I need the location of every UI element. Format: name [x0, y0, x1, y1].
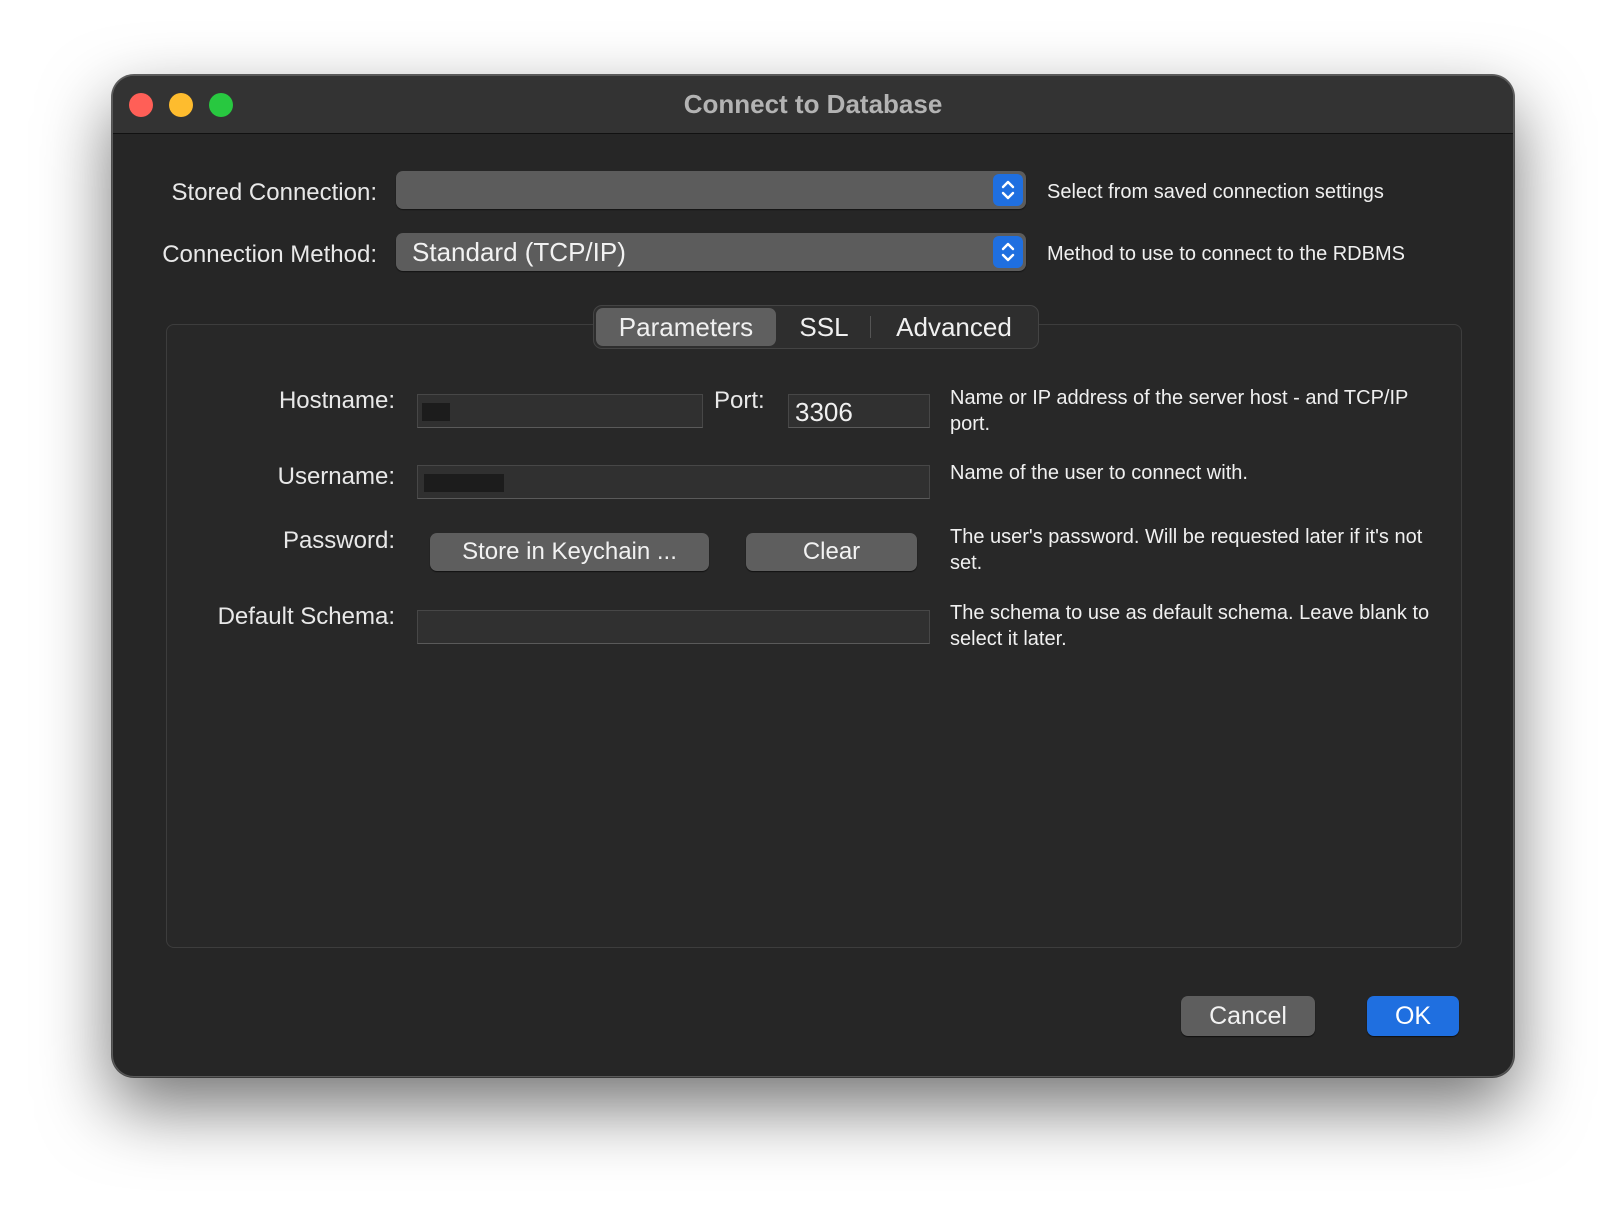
tab-divider [870, 316, 871, 338]
username-input[interactable] [417, 465, 930, 499]
password-label: Password: [282, 527, 395, 554]
connect-dialog: Connect to Database Stored Connection: S… [112, 75, 1514, 1077]
hostname-label: Hostname: [278, 387, 395, 414]
connection-method-select[interactable]: Standard (TCP/IP) [396, 233, 1026, 271]
port-label: Port: [714, 387, 765, 414]
tab-bar: Parameters SSL Advanced [593, 305, 1039, 349]
store-in-keychain-button[interactable]: Store in Keychain ... [430, 533, 709, 571]
ok-button[interactable]: OK [1367, 996, 1459, 1036]
redacted-hostname [422, 403, 450, 421]
chevron-up-down-icon [993, 236, 1023, 268]
window-title: Connect to Database [683, 89, 943, 119]
connection-method-hint: Method to use to connect to the RDBMS [1047, 243, 1405, 265]
connection-method-value: Standard (TCP/IP) [412, 237, 626, 267]
password-hint: The user's password. Will be requested l… [950, 526, 1423, 574]
stored-connection-select[interactable] [396, 171, 1026, 209]
default-schema-input[interactable] [417, 610, 930, 644]
redacted-username [424, 474, 504, 492]
port-input[interactable]: 3306 [788, 394, 930, 428]
username-hint: Name of the user to connect with. [950, 462, 1248, 484]
connection-method-label: Connection Method: [162, 241, 377, 268]
tab-ssl[interactable]: SSL [780, 308, 868, 346]
cancel-button[interactable]: Cancel [1181, 996, 1315, 1036]
default-schema-label: Default Schema: [217, 603, 395, 630]
username-label: Username: [277, 463, 395, 490]
tab-advanced[interactable]: Advanced [874, 308, 1034, 346]
tab-parameters[interactable]: Parameters [596, 308, 776, 346]
stored-connection-hint: Select from saved connection settings [1047, 181, 1384, 203]
default-schema-hint: The schema to use as default schema. Lea… [950, 602, 1430, 650]
hostname-input[interactable] [417, 394, 703, 428]
clear-password-button[interactable]: Clear [746, 533, 917, 571]
hostname-hint: Name or IP address of the server host - … [950, 387, 1408, 435]
stored-connection-label: Stored Connection: [171, 179, 377, 206]
chevron-up-down-icon [993, 174, 1023, 206]
title-bar: Connect to Database [113, 76, 1513, 134]
parameters-panel: Hostname: Port: 3306 Name or IP address … [166, 324, 1462, 948]
